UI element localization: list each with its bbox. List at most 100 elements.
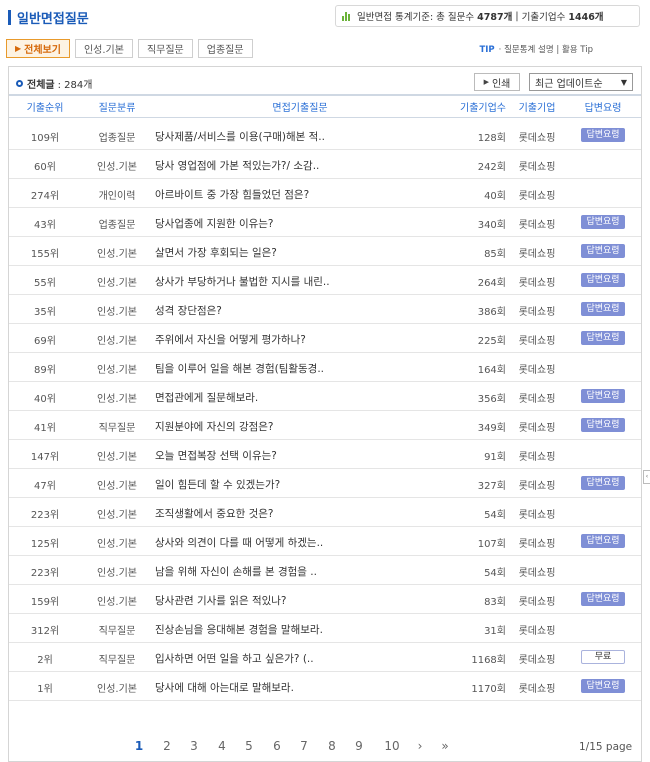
table-row[interactable]: 274위 개인이력 아르바이트 중 가장 힘들었던 점은? 40회 롯데쇼핑	[9, 179, 641, 208]
category-tabs: ▶ 전체보기 인성.기본 직무질문 업종질문	[6, 39, 258, 58]
company-cell: 롯데쇼핑	[518, 597, 556, 608]
table-row[interactable]: 2위 직무질문 입사하면 어떤 일을 하고 싶은가? (.. 1168회 롯데쇼핑 무료	[9, 643, 641, 672]
tab-all[interactable]: ▶ 전체보기	[6, 39, 70, 58]
table-row[interactable]: 155위 인성.기본 살면서 가장 후회되는 일은? 85회 롯데쇼핑 답변요령	[9, 237, 641, 266]
table-row[interactable]: 147위 인성.기본 오늘 면접복장 선택 이유는? 91회 롯데쇼핑	[9, 440, 641, 469]
table-row[interactable]: 69위 인성.기본 주위에서 자신을 어떻게 평가하나? 225회 롯데쇼핑 답변요령	[9, 324, 641, 353]
page-link-2[interactable]: 2	[157, 739, 177, 753]
question-link[interactable]: 살면서 가장 후회되는 일은?	[155, 245, 445, 260]
play-icon: ▶	[15, 44, 22, 53]
category-cell: 인성.기본	[97, 452, 137, 463]
question-link[interactable]: 주위에서 자신을 어떻게 평가하나?	[155, 332, 445, 347]
question-link[interactable]: 남을 위해 자신이 손해를 본 경험을 ..	[155, 564, 445, 579]
page-link-4[interactable]: 4	[212, 739, 232, 753]
table-row[interactable]: 1위 인성.기본 당사에 대해 아는대로 말해보라. 1170회 롯데쇼핑 답변요령	[9, 672, 641, 701]
table-row[interactable]: 89위 인성.기본 팀을 이루어 일을 해본 경험(팀활동경.. 164회 롯데쇼핑	[9, 353, 641, 382]
question-link[interactable]: 상사와 의견이 다를 때 어떻게 하겠는..	[155, 535, 445, 550]
table-row[interactable]: 35위 인성.기본 성격 장단점은? 386회 롯데쇼핑 답변요령	[9, 295, 641, 324]
bar-chart-icon	[342, 11, 351, 21]
page-link-5[interactable]: 5	[239, 739, 259, 753]
tab-job-questions[interactable]: 직무질문	[137, 39, 193, 58]
answer-tips-button[interactable]: 답변요령	[581, 418, 625, 432]
company-cell: 롯데쇼핑	[518, 249, 556, 260]
question-link[interactable]: 당사관련 기사를 읽은 적있나?	[155, 593, 445, 608]
page-link-9[interactable]: 9	[349, 739, 369, 753]
column-rank: 기출순위	[26, 103, 64, 114]
count-cell: 107회	[477, 539, 506, 550]
question-link[interactable]: 아르바이트 중 가장 힘들었던 점은?	[155, 187, 445, 202]
category-cell: 인성.기본	[97, 568, 137, 579]
question-link[interactable]: 성격 장단점은?	[155, 303, 445, 318]
question-link[interactable]: 당사업종에 지원한 이유는?	[155, 216, 445, 231]
page-link-7[interactable]: 7	[294, 739, 314, 753]
title-marker	[8, 9, 11, 25]
question-link[interactable]: 당사 영업점에 가본 적있는가?/ 소감..	[155, 158, 445, 173]
answer-tips-button[interactable]: 답변요령	[581, 331, 625, 345]
side-collapse-tab[interactable]: ‹	[643, 470, 650, 484]
page-link-6[interactable]: 6	[267, 739, 287, 753]
question-link[interactable]: 일이 힘든데 할 수 있겠는가?	[155, 477, 445, 492]
table-row[interactable]: 125위 인성.기본 상사와 의견이 다를 때 어떻게 하겠는.. 107회 롯데쇼핑 답…	[9, 527, 641, 556]
question-link[interactable]: 입사하면 어떤 일을 하고 싶은가? (..	[155, 651, 445, 666]
page-link-10[interactable]: 10	[380, 739, 404, 753]
answer-cell: 답변요령	[567, 215, 639, 229]
answer-tips-button[interactable]: 답변요령	[581, 476, 625, 490]
page-link-8[interactable]: 8	[322, 739, 342, 753]
tab-industry-questions[interactable]: 업종질문	[197, 39, 253, 58]
question-link[interactable]: 진상손님을 응대해본 경험을 말해보라.	[155, 622, 445, 637]
page-link-1[interactable]: 1	[129, 739, 149, 753]
table-row[interactable]: 223위 인성.기본 남을 위해 자신이 손해를 본 경험을 .. 54회 롯데쇼핑	[9, 556, 641, 585]
count-cell: 225회	[477, 336, 506, 347]
company-cell: 롯데쇼핑	[518, 481, 556, 492]
question-link[interactable]: 당사제품/서비스를 이용(구매)해본 적..	[155, 129, 445, 144]
rank-cell: 125위	[30, 539, 60, 550]
print-button[interactable]: ▶ 인쇄	[474, 73, 520, 91]
answer-cell: 답변요령	[567, 418, 639, 432]
count-cell: 327회	[477, 481, 506, 492]
table-row[interactable]: 55위 인성.기본 상사가 부당하거나 불법한 지시를 내린.. 264회 롯데쇼핑 답변…	[9, 266, 641, 295]
play-icon: ▶	[483, 78, 489, 86]
answer-tips-button[interactable]: 답변요령	[581, 244, 625, 258]
answer-cell: 답변요령	[567, 534, 639, 548]
question-link[interactable]: 팀을 이루어 일을 해본 경험(팀활동경..	[155, 361, 445, 376]
rank-cell: 223위	[30, 510, 60, 521]
answer-tips-button[interactable]: 답변요령	[581, 534, 625, 548]
answer-tips-button[interactable]: 답변요령	[581, 679, 625, 693]
question-link[interactable]: 당사에 대해 아는대로 말해보라.	[155, 680, 445, 695]
answer-tips-button[interactable]: 답변요령	[581, 592, 625, 606]
category-cell: 인성.기본	[97, 481, 137, 492]
circle-icon	[16, 80, 23, 87]
table-row[interactable]: 312위 직무질문 진상손님을 응대해본 경험을 말해보라. 31회 롯데쇼핑	[9, 614, 641, 643]
table-row[interactable]: 40위 인성.기본 면접관에게 질문해보라. 356회 롯데쇼핑 답변요령	[9, 382, 641, 411]
answer-tips-button[interactable]: 답변요령	[581, 128, 625, 142]
question-count: 4787개	[477, 12, 513, 23]
category-cell: 인성.기본	[97, 307, 137, 318]
tab-personality-basic[interactable]: 인성.기본	[74, 39, 133, 58]
table-row[interactable]: 43위 업종질문 당사업종에 지원한 이유는? 340회 롯데쇼핑 답변요령	[9, 208, 641, 237]
table-row[interactable]: 47위 인성.기본 일이 힘든데 할 수 있겠는가? 327회 롯데쇼핑 답변요령	[9, 469, 641, 498]
page-link-3[interactable]: 3	[184, 739, 204, 753]
sort-select[interactable]: 최근 업데이트순 ▼	[529, 73, 633, 91]
answer-tips-button[interactable]: 답변요령	[581, 302, 625, 316]
answer-tips-button[interactable]: 답변요령	[581, 273, 625, 287]
table-row[interactable]: 41위 직무질문 지원분야에 자신의 강점은? 349회 롯데쇼핑 답변요령	[9, 411, 641, 440]
question-link[interactable]: 지원분야에 자신의 강점은?	[155, 419, 445, 434]
company-cell: 롯데쇼핑	[518, 626, 556, 637]
answer-tips-button[interactable]: 답변요령	[581, 389, 625, 403]
table-row[interactable]: 60위 인성.기본 당사 영업점에 가본 적있는가?/ 소감.. 242회 롯데쇼핑	[9, 150, 641, 179]
question-link[interactable]: 상사가 부당하거나 불법한 지시를 내린..	[155, 274, 445, 289]
table-row[interactable]: 223위 인성.기본 조직생활에서 중요한 것은? 54회 롯데쇼핑	[9, 498, 641, 527]
table-row[interactable]: 109위 업종질문 당사제품/서비스를 이용(구매)해본 적.. 128회 롯데쇼핑 답변…	[9, 121, 641, 150]
table-row[interactable]: 159위 인성.기본 당사관련 기사를 읽은 적있나? 83회 롯데쇼핑 답변요령	[9, 585, 641, 614]
answer-cell: 답변요령	[567, 592, 639, 606]
free-answer-button[interactable]: 무료	[581, 650, 625, 664]
question-link[interactable]: 오늘 면접복장 선택 이유는?	[155, 448, 445, 463]
company-cell: 롯데쇼핑	[518, 684, 556, 695]
answer-tips-button[interactable]: 답변요령	[581, 215, 625, 229]
question-link[interactable]: 면접관에게 질문해보라.	[155, 390, 445, 405]
stats-label: 일반면접 통계기준: 총 질문수	[357, 12, 475, 23]
next-page-icon[interactable]: ›	[410, 739, 430, 753]
last-page-icon[interactable]: »	[435, 739, 455, 753]
tip-link[interactable]: TIP · 질문통계 설명 | 활용 Tip	[479, 43, 593, 55]
question-link[interactable]: 조직생활에서 중요한 것은?	[155, 506, 445, 521]
